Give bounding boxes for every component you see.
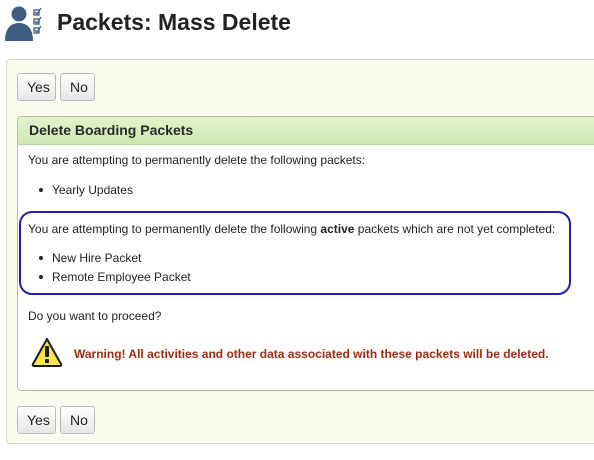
intro-text: You are attempting to permanently delete… <box>28 153 366 167</box>
yes-button-bottom[interactable]: Yes <box>17 406 56 434</box>
no-button-bottom[interactable]: No <box>60 406 95 434</box>
proceed-question: Do you want to proceed? <box>28 309 162 323</box>
list-item: New Hire Packet <box>36 251 191 270</box>
list-item: Yearly Updates <box>36 183 133 202</box>
page-title: Packets: Mass Delete <box>57 9 291 35</box>
active-intro-text: You are attempting to permanently delete… <box>28 222 556 236</box>
active-packet-list: New Hire Packet Remote Employee Packet <box>36 251 191 289</box>
page-header: Packets: Mass Delete <box>0 0 594 50</box>
warning-message: Warning! All activities and other data a… <box>74 347 549 361</box>
packet-list: Yearly Updates <box>36 183 133 202</box>
user-checklist-icon <box>5 6 42 41</box>
list-item: Remote Employee Packet <box>36 270 191 289</box>
yes-button-top[interactable]: Yes <box>17 73 56 101</box>
no-button-top[interactable]: No <box>60 73 95 101</box>
panel-title: Delete Boarding Packets <box>18 117 594 145</box>
active-emphasis: active <box>320 222 355 236</box>
warning-triangle-icon <box>31 338 63 367</box>
